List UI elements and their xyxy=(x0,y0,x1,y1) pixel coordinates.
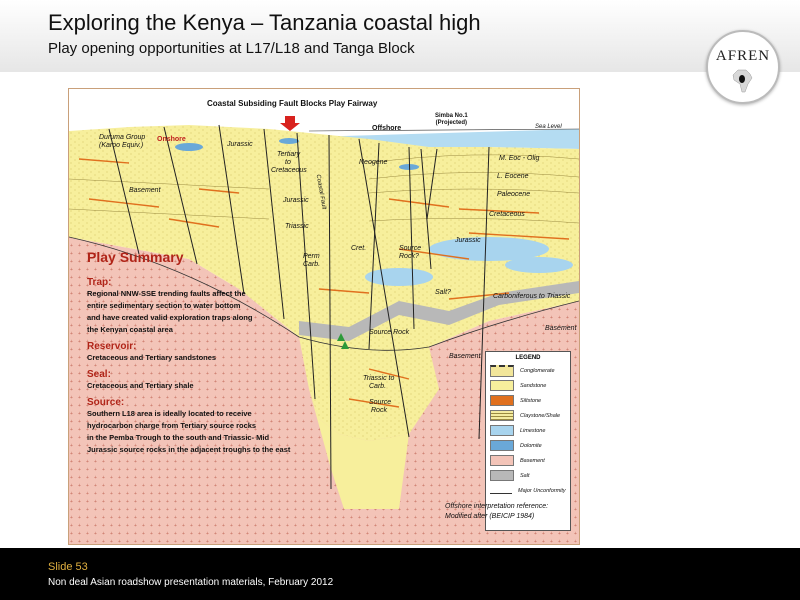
legend-item: Salt xyxy=(490,468,570,483)
formation-label: Basement xyxy=(129,187,161,194)
legend-item: Major Unconformity xyxy=(490,483,570,498)
legend-item: Conglomerate xyxy=(490,363,570,378)
legend-swatch xyxy=(490,380,514,391)
formation-label: Jurassic xyxy=(227,141,253,148)
formation-label: Basement xyxy=(545,325,577,332)
legend-item: Dolomite xyxy=(490,438,570,453)
africa-map-icon xyxy=(732,69,753,93)
legend-label: Claystone/Shale xyxy=(520,412,561,419)
formation-label: Cretaceous xyxy=(271,167,307,174)
formation-label: Triassic to xyxy=(363,375,395,382)
formation-label: Cretaceous xyxy=(489,211,525,218)
formation-label: Cret. xyxy=(351,245,367,252)
formation-label: Tertiary xyxy=(277,151,301,158)
legend-item: Siltstone xyxy=(490,393,570,408)
well-label-line1: Simba No.1 xyxy=(435,113,468,119)
logo-text: AFREN xyxy=(715,48,771,64)
sea-level-label: Sea Level xyxy=(535,124,562,130)
play-summary: Play Summary Trap: Regional NNW-SSE tren… xyxy=(87,249,327,456)
slide-title: Exploring the Kenya – Tanzania coastal h… xyxy=(48,10,481,35)
formation-label: Triassic xyxy=(285,223,309,230)
section-line: Cretaceous and Tertiary shale xyxy=(87,381,194,390)
reference-line1: Offshore interpretation reference: xyxy=(445,503,549,510)
legend-title: LEGEND xyxy=(515,355,541,361)
formation-label: Source xyxy=(399,245,422,252)
play-summary-title: Play Summary xyxy=(87,249,184,265)
summary-section-seal: Seal: Cretaceous and Tertiary shale xyxy=(87,369,327,392)
offshore-label: Offshore xyxy=(372,125,402,132)
reference-note: Offshore interpretation reference: Modif… xyxy=(445,502,548,522)
afren-logo: AFREN xyxy=(706,30,780,104)
formation-label: Jurassic xyxy=(455,237,481,244)
legend-label: Limestone xyxy=(520,427,546,434)
formation-label: Duruma Group xyxy=(99,134,146,141)
formation-label: Source Rock xyxy=(369,329,410,336)
formation-label: (Karoo Equiv.) xyxy=(99,142,144,149)
legend-item: Limestone xyxy=(490,423,570,438)
legend-swatch xyxy=(490,425,514,436)
formation-label: Rock? xyxy=(399,253,419,260)
legend-swatch xyxy=(490,440,514,451)
section-line: Southern L18 area is ideally located to … xyxy=(87,409,252,418)
section-line: Cretaceous and Tertiary sandstones xyxy=(87,353,217,362)
reference-line2: Modified after (BEICIP 1984) xyxy=(445,513,535,520)
formation-label: Salt? xyxy=(435,289,451,296)
legend-item: Basement xyxy=(490,453,570,468)
slide-header: Exploring the Kenya – Tanzania coastal h… xyxy=(0,0,800,72)
formation-label: M. Eoc - Olig xyxy=(499,155,540,162)
formation-label: Jurassic xyxy=(283,197,309,204)
formation-label: Paleocene xyxy=(497,191,531,198)
play-fairway-label: Coastal Subsiding Fault Blocks Play Fair… xyxy=(207,99,378,108)
legend-item: Sandstone xyxy=(490,378,570,393)
slide-footer: Slide 53 Non deal Asian roadshow present… xyxy=(0,548,800,600)
legend-swatch xyxy=(490,455,514,466)
onshore-label: Onshore xyxy=(157,136,186,143)
legend-swatch xyxy=(490,470,514,481)
slide-number: Slide 53 xyxy=(48,561,88,573)
section-heading: Reservoir: xyxy=(87,341,137,352)
summary-section-trap: Trap: Regional NNW-SSE trending faults a… xyxy=(87,277,327,336)
simba-well-label: Simba No.1 (Projected) xyxy=(435,113,468,127)
legend-label: Siltstone xyxy=(520,397,542,404)
well-label-line2: (Projected) xyxy=(435,120,468,126)
legend-label: Conglomerate xyxy=(520,367,555,374)
formation-label: Neogene xyxy=(359,159,388,166)
legend-label: Basement xyxy=(520,457,545,464)
section-line: Jurassic source rocks in the adjacent tr… xyxy=(87,445,291,454)
legend-swatch xyxy=(490,395,514,406)
formation-label: Rock xyxy=(371,407,387,414)
formation-label: to xyxy=(285,159,291,166)
legend-label: Dolomite xyxy=(520,442,542,449)
formation-label: Carb. xyxy=(369,383,387,390)
summary-section-reservoir: Reservoir: Cretaceous and Tertiary sands… xyxy=(87,341,327,364)
legend-label: Sandstone xyxy=(520,382,547,389)
footer-caption: Non deal Asian roadshow presentation mat… xyxy=(48,577,334,588)
summary-section-source: Source: Southern L18 area is ideally loc… xyxy=(87,397,327,456)
section-line: hydrocarbon charge from Tertiary source … xyxy=(87,421,257,430)
legend-label: Major Unconformity xyxy=(518,487,566,494)
slide-subtitle: Play opening opportunities at L17/L18 an… xyxy=(48,40,415,57)
legend-label: Salt xyxy=(520,472,530,479)
legend-swatch xyxy=(490,364,514,377)
section-heading: Trap: xyxy=(87,277,112,288)
section-heading: Source: xyxy=(87,397,125,408)
formation-label: Carboniferous to Triassic xyxy=(493,293,571,300)
formation-label: Basement xyxy=(449,353,481,360)
section-heading: Seal: xyxy=(87,369,111,380)
formation-label: L. Eocene xyxy=(497,173,529,180)
formation-label: Source xyxy=(369,399,392,406)
section-line: Regional NNW-SSE trending faults affect … xyxy=(87,289,246,298)
legend-item: Claystone/Shale xyxy=(490,408,570,423)
legend-swatch xyxy=(490,410,514,421)
cross-section-panel: + xyxy=(68,88,580,545)
section-line: and have created valid exploration traps… xyxy=(87,313,253,322)
section-line: entire sedimentary section to water bott… xyxy=(87,301,241,310)
section-line: the Kenyan coastal area xyxy=(87,325,173,334)
section-line: in the Pemba Trough to the south and Tri… xyxy=(87,433,270,442)
legend-swatch xyxy=(490,487,512,494)
